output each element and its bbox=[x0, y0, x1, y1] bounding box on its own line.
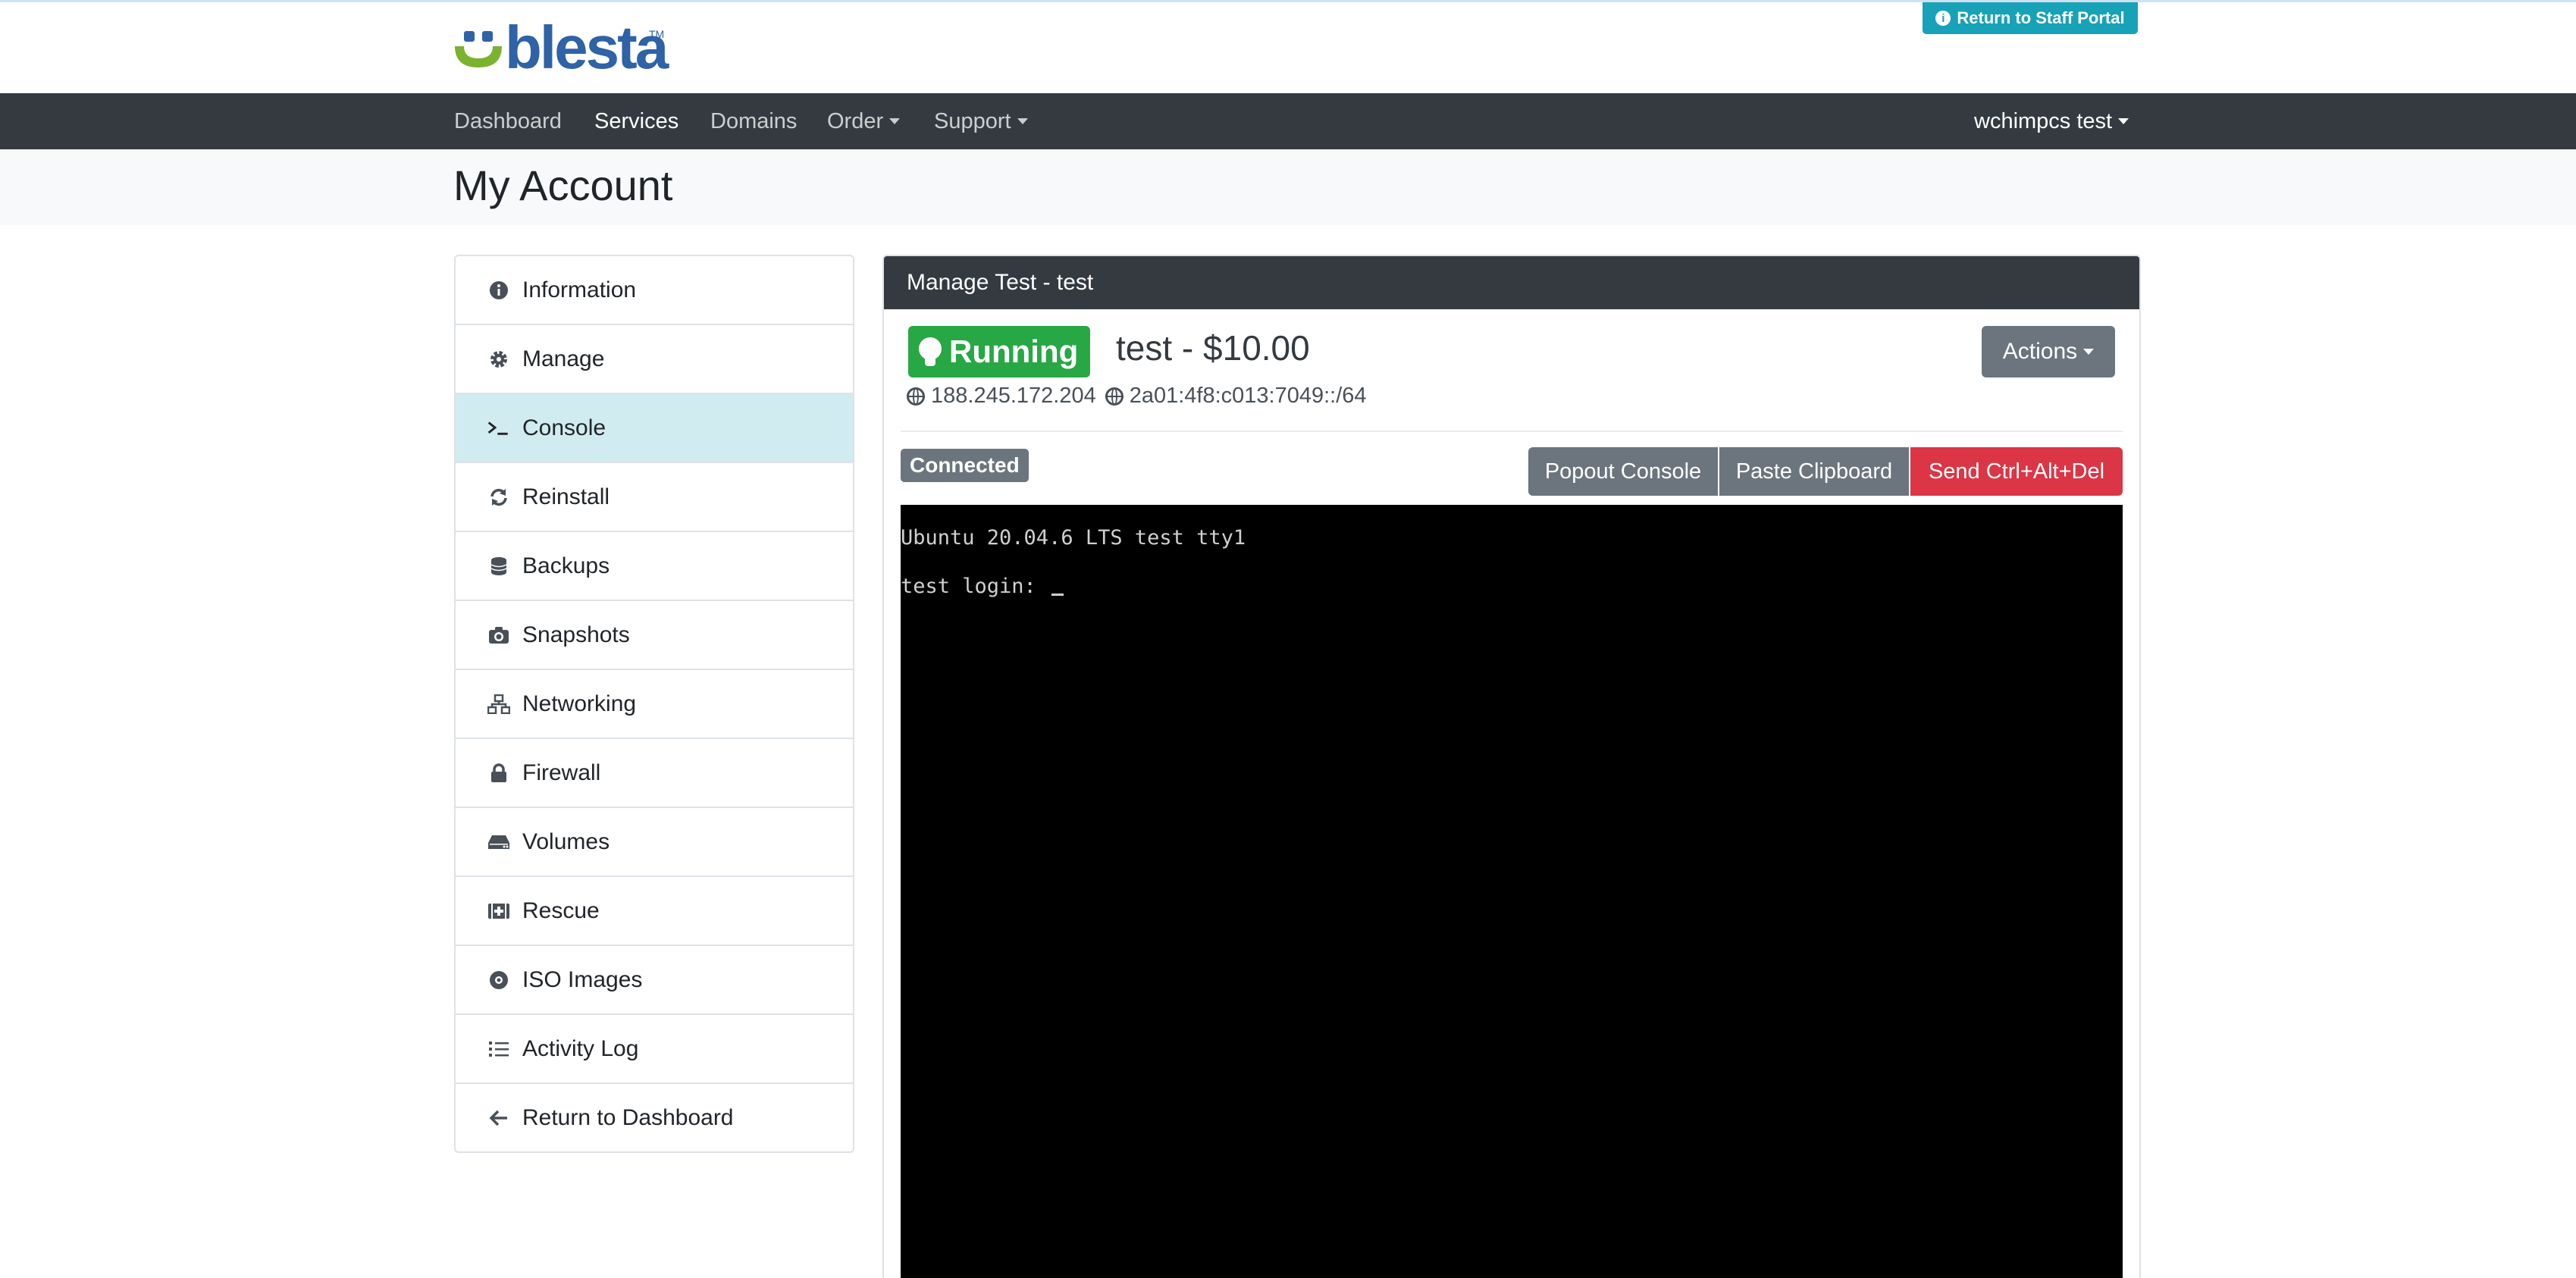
terminal-icon bbox=[487, 417, 510, 440]
sidebar-item-console[interactable]: Console bbox=[456, 394, 853, 463]
nav-services[interactable]: Services bbox=[594, 93, 678, 149]
compact-disc-icon bbox=[487, 969, 510, 991]
nav-order-dropdown[interactable]: Order bbox=[827, 93, 901, 149]
main-navbar: Dashboard Services Domains Order Support… bbox=[0, 93, 2576, 149]
logo-mark-icon bbox=[455, 31, 502, 67]
sidebar-item-snapshots[interactable]: Snapshots bbox=[456, 601, 853, 670]
status-label: Running bbox=[949, 334, 1079, 369]
panel-title: Manage Test - test bbox=[884, 256, 2139, 309]
sidebar-item-label: Information bbox=[522, 277, 637, 302]
sidebar-item-label: ISO Images bbox=[522, 966, 643, 992]
sidebar-item-reinstall[interactable]: Reinstall bbox=[456, 463, 853, 532]
camera-icon bbox=[487, 624, 510, 647]
divider bbox=[901, 431, 2123, 432]
sidebar-item-label: Return to Dashboard bbox=[522, 1104, 734, 1130]
service-sidebar: Information Manage Console Reinstall Bac… bbox=[454, 255, 854, 1153]
actions-label: Actions bbox=[2002, 339, 2078, 364]
sidebar-item-backups[interactable]: Backups bbox=[456, 532, 853, 601]
gear-icon bbox=[487, 348, 510, 371]
arrow-left-icon bbox=[487, 1107, 510, 1129]
sidebar-item-manage[interactable]: Manage bbox=[456, 325, 853, 394]
nav-dashboard-label: Dashboard bbox=[454, 108, 562, 133]
service-title: test - $10.00 bbox=[1116, 328, 1310, 368]
sidebar-item-activity-log[interactable]: Activity Log bbox=[456, 1015, 853, 1084]
globe-icon bbox=[1105, 387, 1123, 406]
user-menu-dropdown[interactable]: wchimpcs test bbox=[1974, 93, 2129, 149]
nav-domains[interactable]: Domains bbox=[710, 93, 797, 149]
sidebar-item-firewall[interactable]: Firewall bbox=[456, 739, 853, 808]
sidebar-item-label: Manage bbox=[522, 346, 605, 371]
ipv4-address: 188.245.172.204 bbox=[931, 384, 1096, 408]
sidebar-item-label: Firewall bbox=[522, 760, 601, 785]
sidebar-item-label: Volumes bbox=[522, 829, 610, 854]
popout-console-button[interactable]: Popout Console bbox=[1528, 447, 1718, 496]
sidebar-item-label: Activity Log bbox=[522, 1035, 639, 1061]
caret-down-icon bbox=[889, 118, 901, 124]
list-icon bbox=[487, 1038, 510, 1060]
sidebar-item-networking[interactable]: Networking bbox=[456, 670, 853, 739]
status-badge: Running bbox=[908, 326, 1091, 377]
nav-support-dropdown[interactable]: Support bbox=[934, 93, 1028, 149]
lock-icon bbox=[487, 762, 510, 785]
actions-dropdown-button[interactable]: Actions bbox=[1982, 326, 2115, 377]
network-icon bbox=[487, 693, 510, 716]
logo-text: blesta bbox=[505, 14, 669, 81]
sync-icon bbox=[487, 486, 510, 509]
logo-trademark: TM bbox=[649, 28, 665, 40]
sidebar-item-return-to-dashboard[interactable]: Return to Dashboard bbox=[456, 1084, 853, 1151]
caret-down-icon bbox=[2083, 349, 2095, 355]
blesta-logo[interactable]: blesta TM bbox=[453, 14, 669, 81]
connection-status-badge: Connected bbox=[901, 449, 1029, 482]
console-line: Ubuntu 20.04.6 LTS test tty1 bbox=[901, 526, 1246, 550]
sidebar-item-label: Snapshots bbox=[522, 622, 630, 647]
nav-dashboard[interactable]: Dashboard bbox=[454, 93, 562, 149]
sidebar-item-rescue[interactable]: Rescue bbox=[456, 877, 853, 946]
lightbulb-icon bbox=[919, 337, 942, 366]
console-line: test login: bbox=[901, 575, 1049, 598]
page-title: My Account bbox=[453, 161, 673, 209]
nav-support-label: Support bbox=[934, 108, 1011, 133]
vnc-console-screen[interactable]: Ubuntu 20.04.6 LTS test tty1 test login: bbox=[901, 505, 2123, 1278]
manage-service-panel: Manage Test - test Running test - $10.00… bbox=[882, 255, 2141, 1278]
sidebar-item-information[interactable]: Information bbox=[456, 256, 853, 325]
hdd-icon bbox=[487, 831, 510, 854]
ipv6-address: 2a01:4f8:c013:7049::/64 bbox=[1129, 384, 1367, 408]
sidebar-item-label: Networking bbox=[522, 691, 637, 716]
send-ctrl-alt-del-button[interactable]: Send Ctrl+Alt+Del bbox=[1910, 447, 2123, 496]
nav-services-label: Services bbox=[594, 108, 679, 133]
page-header-band bbox=[0, 149, 2576, 225]
caret-down-icon bbox=[1017, 118, 1028, 124]
caret-down-icon bbox=[2118, 118, 2129, 124]
globe-icon bbox=[907, 387, 925, 406]
console-login-line: test login: bbox=[901, 575, 1064, 598]
first-aid-icon bbox=[487, 900, 510, 922]
database-icon bbox=[487, 555, 510, 578]
sidebar-item-volumes[interactable]: Volumes bbox=[456, 808, 853, 877]
ip-addresses: 188.245.172.204 2a01:4f8:c013:7049::/64 bbox=[907, 384, 1367, 409]
text-cursor bbox=[1051, 594, 1064, 596]
sidebar-item-label: Rescue bbox=[522, 897, 600, 923]
user-menu-label: wchimpcs test bbox=[1974, 108, 2113, 133]
info-circle-icon bbox=[487, 279, 510, 302]
return-to-staff-portal-button[interactable]: i Return to Staff Portal bbox=[1923, 2, 2138, 34]
site-header: blesta TM i Return to Staff Portal bbox=[0, 2, 2576, 93]
nav-domains-label: Domains bbox=[710, 108, 798, 133]
staff-portal-label: Return to Staff Portal bbox=[1957, 8, 2125, 27]
paste-clipboard-button[interactable]: Paste Clipboard bbox=[1719, 447, 1909, 496]
info-circle-icon: i bbox=[1935, 11, 1951, 26]
sidebar-item-label: Reinstall bbox=[522, 484, 610, 509]
sidebar-item-iso-images[interactable]: ISO Images bbox=[456, 946, 853, 1015]
sidebar-item-label: Backups bbox=[522, 553, 610, 578]
nav-order-label: Order bbox=[827, 108, 884, 133]
sidebar-item-label: Console bbox=[522, 415, 606, 440]
